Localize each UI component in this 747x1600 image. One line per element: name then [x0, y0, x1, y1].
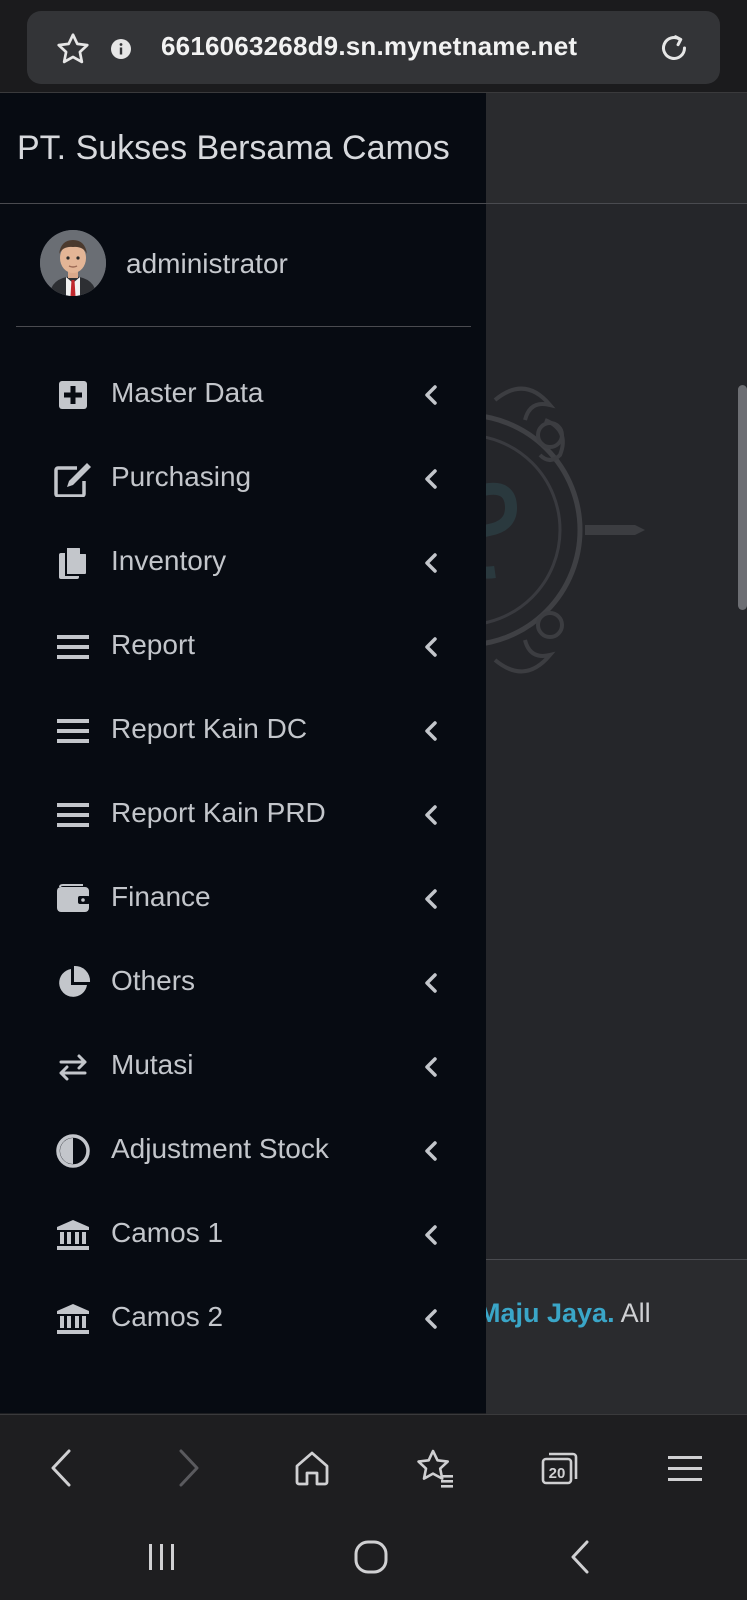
plus-square-icon: [53, 375, 93, 415]
bookmark-star-icon[interactable]: [55, 31, 91, 72]
footer-text: All: [620, 1298, 651, 1328]
chevron-left-icon: [424, 973, 438, 998]
sidebar-item-others[interactable]: Others: [0, 941, 486, 1025]
brand-title[interactable]: PT. Sukses Bersama Camos: [17, 129, 450, 168]
avatar[interactable]: [40, 230, 106, 296]
chevron-left-icon: [424, 1141, 438, 1166]
sidebar-item-label: Report: [111, 629, 196, 660]
forward-button[interactable]: [164, 1443, 214, 1493]
sidebar-item-report-kain-dc[interactable]: Report Kain DC: [0, 689, 486, 773]
sidebar: PT. Sukses Bersama Camos administrator M…: [0, 93, 486, 1413]
sidebar-item-label: Master Data: [111, 377, 264, 408]
browser-toolbar: 6616063268d9.sn.mynetname.net: [0, 0, 747, 93]
sidebar-item-camos-2[interactable]: Camos 2: [0, 1277, 486, 1361]
tab-count: 20: [549, 1465, 566, 1482]
sidebar-item-master-data[interactable]: Master Data: [0, 353, 486, 437]
sidebar-item-label: Purchasing: [111, 461, 252, 492]
sidebar-item-label: Camos 1: [111, 1217, 224, 1248]
logo-watermark: [347, 360, 655, 705]
menu-icon[interactable]: [660, 1443, 710, 1493]
url-text[interactable]: 6616063268d9.sn.mynetname.net: [161, 31, 577, 62]
system-home-icon[interactable]: [346, 1532, 396, 1582]
sidebar-brand[interactable]: PT. Sukses Bersama Camos: [0, 93, 486, 204]
wallet-icon: [53, 879, 93, 919]
chevron-left-icon: [424, 637, 438, 662]
chevron-left-icon: [424, 385, 438, 410]
copy-icon: [53, 543, 93, 583]
recent-apps-icon[interactable]: [137, 1532, 187, 1582]
sidebar-item-label: Adjustment Stock: [111, 1133, 329, 1164]
bars-icon: [53, 795, 93, 835]
chevron-left-icon: [424, 1057, 438, 1082]
bookmarks-icon[interactable]: [410, 1443, 460, 1493]
sidebar-item-inventory[interactable]: Inventory: [0, 521, 486, 605]
sidebar-item-camos-1[interactable]: Camos 1: [0, 1193, 486, 1277]
page-navbar: [486, 93, 747, 204]
chevron-left-icon: [424, 1309, 438, 1334]
bank-icon: [53, 1299, 93, 1339]
sidebar-menu: Master Data Purchasing Inventory Report …: [0, 353, 486, 1361]
adjust-icon: [53, 1131, 93, 1171]
sidebar-item-report-kain-prd[interactable]: Report Kain PRD: [0, 773, 486, 857]
chevron-left-icon: [424, 721, 438, 746]
sidebar-item-report[interactable]: Report: [0, 605, 486, 689]
user-name[interactable]: administrator: [126, 248, 288, 280]
exchange-icon: [53, 1047, 93, 1087]
address-bar[interactable]: 6616063268d9.sn.mynetname.net: [27, 11, 720, 84]
bars-icon: [53, 711, 93, 751]
sidebar-item-purchasing[interactable]: Purchasing: [0, 437, 486, 521]
sidebar-item-label: Finance: [111, 881, 211, 912]
sidebar-item-label: Camos 2: [111, 1301, 224, 1332]
reload-icon[interactable]: [656, 30, 692, 71]
browser-bottom-bar: 20: [0, 1414, 747, 1525]
chevron-left-icon: [424, 553, 438, 578]
chevron-left-icon: [424, 805, 438, 830]
chevron-left-icon: [424, 1225, 438, 1250]
site-info-icon[interactable]: [111, 39, 131, 64]
system-navigation-bar: [0, 1524, 747, 1600]
sidebar-item-finance[interactable]: Finance: [0, 857, 486, 941]
bars-icon: [53, 627, 93, 667]
sidebar-item-adjustment-stock[interactable]: Adjustment Stock: [0, 1109, 486, 1193]
sidebar-item-label: Report Kain PRD: [111, 797, 326, 828]
sidebar-item-label: Others: [111, 965, 196, 996]
page-footer: [486, 1259, 747, 1415]
sidebar-item-label: Mutasi: [111, 1049, 194, 1080]
tabs-button[interactable]: 20: [535, 1443, 585, 1493]
edit-icon: [53, 459, 93, 499]
chevron-left-icon: [424, 889, 438, 914]
sidebar-item-label: Report Kain DC: [111, 713, 308, 744]
sidebar-item-label: Inventory: [111, 545, 227, 576]
system-back-icon[interactable]: [555, 1532, 605, 1582]
footer-brand-link[interactable]: Maju Jaya.: [478, 1298, 615, 1328]
page-scrollbar[interactable]: [738, 385, 747, 610]
footer-copyright: Maju Jaya. All: [478, 1298, 651, 1329]
bank-icon: [53, 1215, 93, 1255]
back-button[interactable]: [36, 1443, 86, 1493]
home-icon[interactable]: [287, 1443, 337, 1493]
user-panel[interactable]: administrator: [16, 204, 471, 327]
pie-chart-icon: [53, 963, 93, 1003]
chevron-left-icon: [424, 469, 438, 494]
sidebar-item-mutasi[interactable]: Mutasi: [0, 1025, 486, 1109]
